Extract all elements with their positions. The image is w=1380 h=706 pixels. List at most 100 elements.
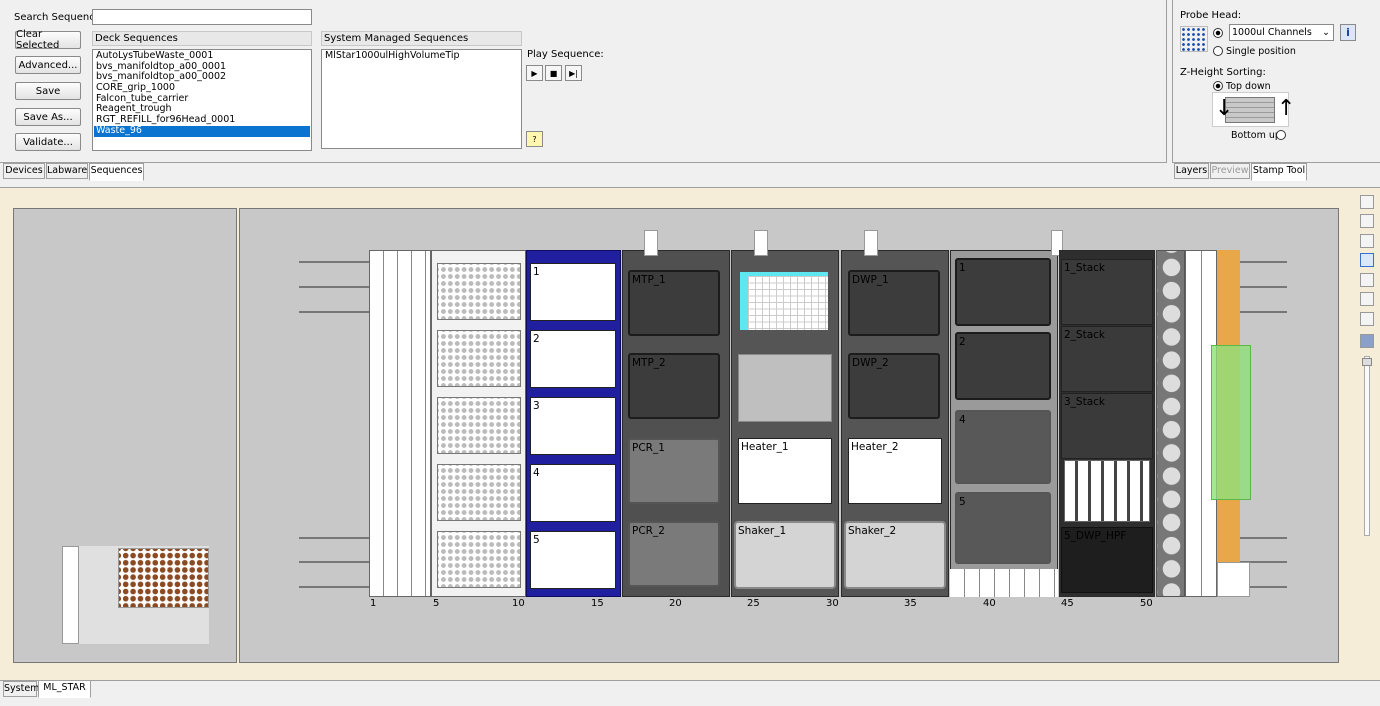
top-down-radio[interactable]: [1213, 81, 1223, 91]
save-as-button[interactable]: Save As...: [15, 108, 81, 126]
stop-button[interactable]: ■: [545, 65, 562, 81]
rail: [1240, 261, 1287, 263]
list-item[interactable]: MlStar1000ulHighVolumeTip: [323, 50, 520, 62]
carrier-slot[interactable]: 3: [530, 397, 616, 455]
clamp-icon: [864, 230, 878, 256]
tip-rack[interactable]: [437, 464, 521, 521]
plate[interactable]: 5: [955, 492, 1051, 564]
plate[interactable]: MTP_2: [628, 353, 720, 419]
tab-layers[interactable]: Layers: [1174, 163, 1209, 179]
tick-label: 30: [826, 598, 839, 609]
tab-sequences[interactable]: Sequences: [89, 163, 144, 181]
list-item-selected[interactable]: Waste_96: [94, 125, 310, 137]
stack-position[interactable]: 5_DWP_HPF: [1061, 527, 1153, 593]
validate-button[interactable]: Validate...: [15, 133, 81, 151]
info-icon[interactable]: i: [1340, 24, 1356, 41]
single-position-radio[interactable]: [1213, 46, 1223, 56]
chevron-down-icon: ⌄: [1322, 27, 1330, 38]
carrier-slot[interactable]: 2: [530, 330, 616, 388]
channels-radio[interactable]: [1213, 28, 1223, 38]
tab-devices[interactable]: Devices: [3, 163, 45, 179]
view-top-icon[interactable]: [1360, 253, 1374, 267]
empty-position[interactable]: [738, 354, 832, 422]
waste-96-plate[interactable]: [118, 548, 209, 608]
deck-sequences-list[interactable]: AutoLysTubeWaste_0001 bvs_manifoldtop_a0…: [92, 49, 312, 151]
plate-label: 5_DWP_HPF: [1064, 530, 1127, 542]
plate[interactable]: PCR_1: [628, 438, 720, 504]
tick-label: 40: [983, 598, 996, 609]
view-iso-icon[interactable]: [1360, 292, 1374, 306]
plate[interactable]: PCR_2: [628, 521, 720, 587]
tip-rack[interactable]: [437, 531, 521, 588]
advanced-button[interactable]: Advanced...: [15, 56, 81, 74]
plate[interactable]: 4: [955, 410, 1051, 484]
probe-head-label: Probe Head:: [1180, 10, 1242, 21]
tab-preview[interactable]: Preview: [1210, 163, 1250, 179]
plate-label: 2: [959, 336, 966, 348]
tip-rack-tall[interactable]: [1064, 460, 1150, 522]
carrier-slot[interactable]: 4: [530, 464, 616, 522]
view-3d-icon[interactable]: [1360, 312, 1374, 326]
tick-label: 1: [370, 598, 377, 609]
zoom-slider-thumb[interactable]: [1362, 358, 1372, 366]
shaker-plate[interactable]: Shaker_1: [734, 521, 836, 589]
slot-label: 5: [533, 534, 540, 546]
rail: [299, 537, 371, 539]
layers-icon[interactable]: [1360, 334, 1374, 348]
green-selection[interactable]: [1211, 345, 1251, 500]
tick-label: 35: [904, 598, 917, 609]
plate[interactable]: 1: [955, 258, 1051, 326]
deck-sequences-header: Deck Sequences: [92, 31, 312, 46]
view-back-icon[interactable]: [1360, 214, 1374, 228]
play-button[interactable]: ▶: [526, 65, 543, 81]
stack-position[interactable]: 2_Stack: [1061, 326, 1153, 392]
slot-label: 3: [533, 400, 540, 412]
carrier-slot[interactable]: 1: [530, 263, 616, 321]
tick-label: 15: [591, 598, 604, 609]
view-right-icon[interactable]: [1360, 273, 1374, 287]
shaker-plate[interactable]: Shaker_2: [844, 521, 946, 589]
arrow-up-icon: ↑: [1277, 96, 1296, 121]
rail: [1240, 311, 1287, 313]
tab-ml-star[interactable]: ML_STAR: [38, 680, 91, 698]
plate-label: DWP_2: [852, 357, 889, 369]
rail: [1240, 286, 1287, 288]
heater-plate[interactable]: Heater_2: [848, 438, 942, 504]
plate[interactable]: DWP_2: [848, 353, 940, 419]
save-button[interactable]: Save: [15, 82, 81, 100]
tab-labware[interactable]: Labware: [46, 163, 88, 179]
view-left-icon[interactable]: [1360, 234, 1374, 248]
step-button[interactable]: ▶|: [565, 65, 582, 81]
tube-carrier[interactable]: [1156, 250, 1185, 597]
heater-plate[interactable]: Heater_1: [738, 438, 832, 504]
plate[interactable]: MTP_1: [628, 270, 720, 336]
bottom-tab-strip: [0, 680, 1380, 706]
plate[interactable]: 2: [955, 332, 1051, 400]
channels-select[interactable]: 1000ul Channels ⌄: [1229, 24, 1334, 41]
tick-label: 50: [1140, 598, 1153, 609]
carrier-base: [950, 569, 1058, 597]
search-input[interactable]: [92, 9, 312, 25]
plate-label: PCR_2: [632, 525, 665, 537]
bottom-up-radio[interactable]: [1276, 130, 1286, 140]
zoom-slider[interactable]: [1364, 356, 1370, 536]
stack-position[interactable]: 1_Stack: [1061, 259, 1153, 325]
plate-96[interactable]: [740, 272, 828, 330]
tab-system[interactable]: System: [3, 681, 39, 697]
tip-rack[interactable]: [437, 263, 521, 320]
stack-position[interactable]: 3_Stack: [1061, 393, 1153, 459]
help-icon[interactable]: ?: [526, 131, 543, 147]
carrier-slot[interactable]: 5: [530, 531, 616, 589]
rail: [299, 261, 371, 263]
plate-label: Heater_1: [741, 441, 789, 453]
system-sequences-list[interactable]: MlStar1000ulHighVolumeTip: [321, 49, 522, 149]
tip-rack[interactable]: [437, 397, 521, 454]
plate[interactable]: DWP_1: [848, 270, 940, 336]
probe-head-icon: [1180, 26, 1208, 52]
clear-selected-button[interactable]: Clear Selected: [15, 29, 81, 51]
view-front-icon[interactable]: [1360, 195, 1374, 209]
rail: [1240, 537, 1287, 539]
tab-stamp-tool[interactable]: Stamp Tool: [1251, 163, 1307, 181]
tip-rack[interactable]: [437, 330, 521, 387]
rail: [299, 561, 371, 563]
